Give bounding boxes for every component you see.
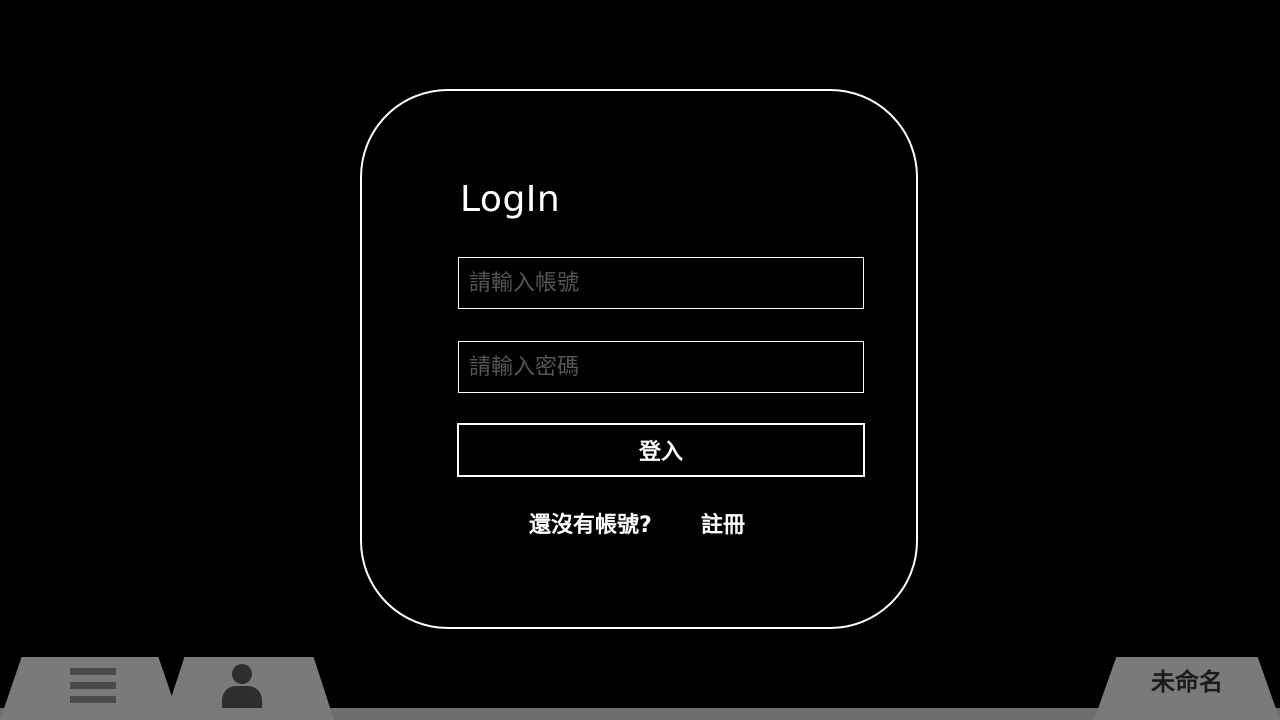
login-button[interactable]: 登入: [457, 423, 865, 477]
hamburger-menu-icon[interactable]: [70, 668, 116, 704]
login-screen: LogIn 登入 還沒有帳號? 註冊 未命名: [0, 0, 1280, 720]
register-prompt: 還沒有帳號?: [529, 513, 652, 538]
password-input[interactable]: [458, 341, 864, 393]
login-title: LogIn: [460, 179, 561, 220]
register-link[interactable]: 註冊: [701, 510, 745, 542]
account-input[interactable]: [458, 257, 864, 309]
user-icon[interactable]: [220, 664, 264, 708]
user-name-label: 未命名: [1151, 667, 1223, 696]
